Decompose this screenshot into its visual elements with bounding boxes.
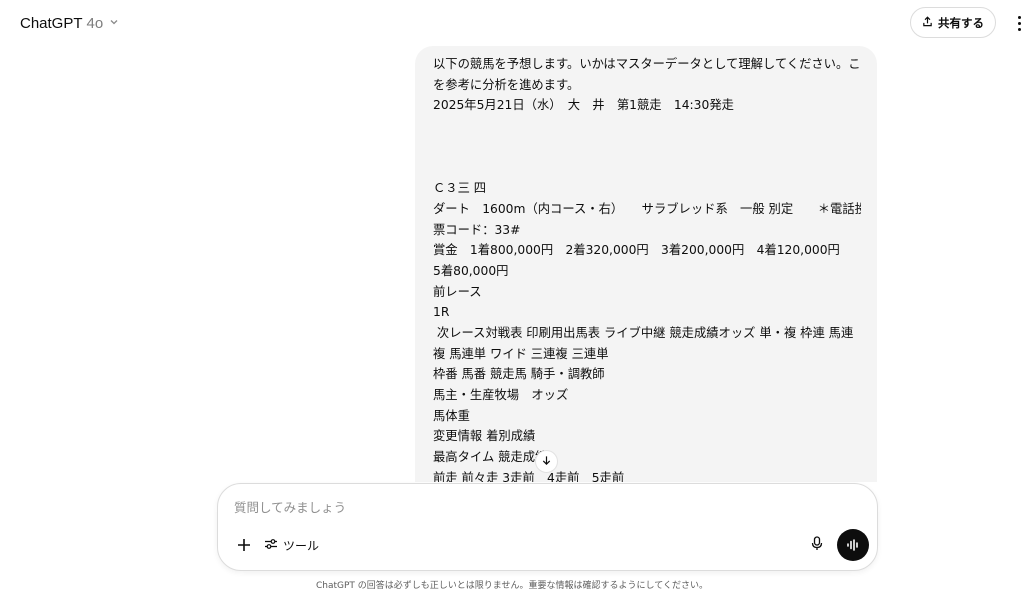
dictate-button[interactable] bbox=[806, 533, 828, 557]
message-line: 次レース対戦表 印刷用出馬表 ライブ中継 競走成績オッズ 単・複 枠連 馬連 bbox=[433, 325, 854, 340]
message-line: 馬体重 bbox=[433, 408, 470, 423]
disclaimer-text: ChatGPT の回答は必ずしも正しいとは限りません。重要な情報は確認するように… bbox=[316, 581, 708, 591]
arrow-down-icon bbox=[541, 455, 552, 469]
message-line: 2025年5月21日（水） 大 井 第1競走 14:30発走 bbox=[433, 98, 734, 113]
prompt-input[interactable] bbox=[234, 496, 834, 518]
share-button[interactable]: 共有する bbox=[910, 7, 996, 38]
message-line bbox=[433, 137, 861, 158]
message-line: 馬主・生産牧場 オッズ bbox=[433, 388, 569, 402]
message-line: 以下の競馬を予想します。いかはマスターデータとして理解してください。このデータ bbox=[433, 57, 861, 71]
share-icon bbox=[922, 15, 933, 30]
more-vertical-icon bbox=[1017, 15, 1021, 19]
microphone-icon bbox=[811, 535, 823, 555]
top-bar: ChatGPT 4o 共有する bbox=[0, 0, 1024, 46]
message-line: ダート 1600m（内コース・右） サラブレッド系 一般 別定 ＊電話投 bbox=[433, 201, 861, 216]
message-line: 前走 前々走 3走前 4走前 5走前 bbox=[433, 470, 625, 482]
message-line: 複 馬連単 ワイド 三連複 三連単 bbox=[433, 346, 609, 361]
composer: ツール bbox=[217, 483, 878, 571]
voice-mode-icon bbox=[846, 536, 860, 555]
message-line: 前レース bbox=[433, 284, 482, 299]
user-message-bubble: 以下の競馬を予想します。いかはマスターデータとして理解してください。このデータを… bbox=[415, 46, 877, 482]
more-options-button[interactable] bbox=[1011, 10, 1024, 36]
message-line: 枠番 馬番 競走馬 騎手・調教師 bbox=[433, 367, 605, 382]
message-line: 最高タイム 競走成績 bbox=[433, 450, 548, 465]
message-line: 票コード：33# bbox=[433, 222, 521, 237]
message-line bbox=[433, 157, 861, 178]
message-line: Ｃ３三 四 bbox=[433, 181, 487, 196]
tools-icon bbox=[264, 538, 278, 553]
chevron-down-icon bbox=[109, 17, 119, 30]
message-line: 賞金 1着800,000円 2着320,000円 3着200,000円 4着12… bbox=[433, 243, 840, 258]
plus-icon bbox=[237, 533, 251, 557]
chat-area[interactable]: 以下の競馬を予想します。いかはマスターデータとして理解してください。このデータを… bbox=[0, 46, 1024, 482]
message-line: 変更情報 着別成績 bbox=[433, 429, 536, 444]
tools-label: ツール bbox=[283, 538, 320, 553]
add-attachment-button[interactable] bbox=[232, 533, 256, 557]
message-line: 1R bbox=[433, 305, 450, 320]
model-selector[interactable]: ChatGPT 4o bbox=[12, 9, 127, 37]
message-line: 5着80,000円 bbox=[433, 263, 509, 278]
model-version: 4o bbox=[86, 14, 104, 32]
tools-button[interactable]: ツール bbox=[264, 534, 319, 556]
share-label: 共有する bbox=[938, 15, 984, 30]
message-line: を参考に分析を進めます。 bbox=[433, 77, 580, 92]
message-line bbox=[433, 116, 861, 137]
model-name: ChatGPT bbox=[20, 14, 83, 32]
voice-mode-button[interactable] bbox=[837, 529, 869, 561]
scroll-to-bottom-button[interactable] bbox=[535, 450, 558, 473]
